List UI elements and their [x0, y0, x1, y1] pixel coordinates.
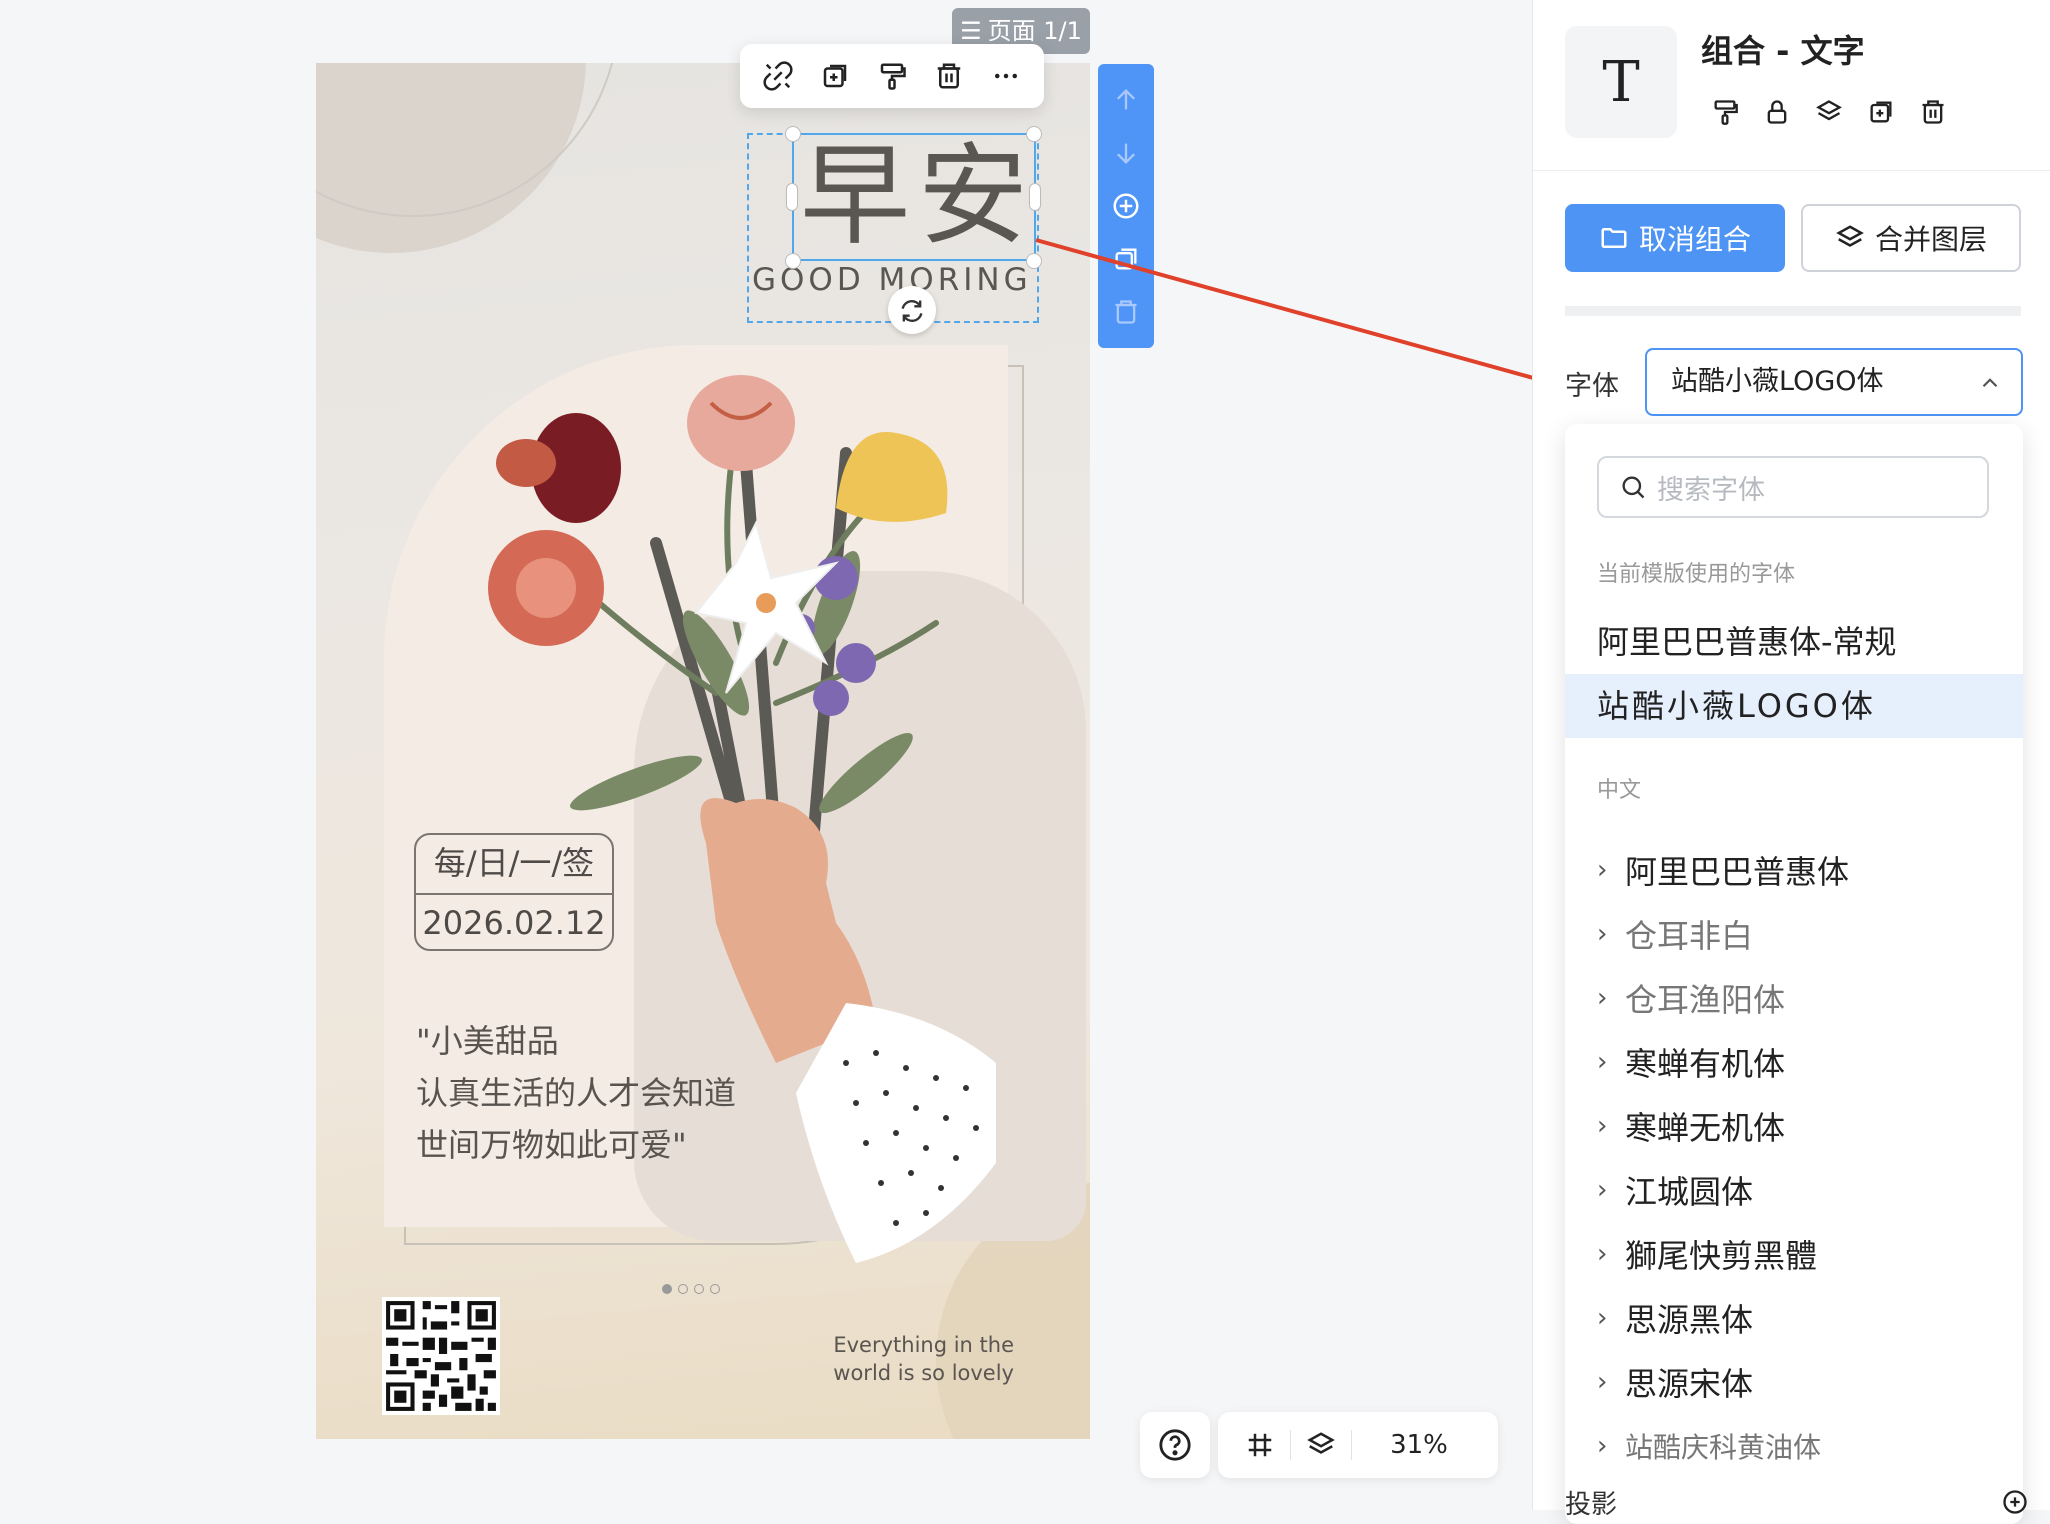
- merge-label: 合并图层: [1874, 223, 1987, 256]
- zoom-toolbar: 31%: [1218, 1412, 1498, 1478]
- page-side-tools: [1098, 64, 1154, 348]
- font-select[interactable]: 站酷小薇LOGO体: [1645, 348, 2023, 416]
- duplicate-icon[interactable]: [1865, 96, 1897, 128]
- delete-icon[interactable]: [1917, 96, 1949, 128]
- add-page-icon[interactable]: [1108, 188, 1144, 224]
- chevron-right-icon: ›: [1597, 1431, 1608, 1461]
- element-toolbar: [740, 44, 1044, 108]
- daily-date-box[interactable]: 每/日/一/签 2026.02.12: [414, 833, 614, 951]
- font-family-item[interactable]: › 獅尾快剪黑體: [1597, 1222, 1817, 1286]
- resize-handle-side[interactable]: [786, 183, 798, 211]
- resize-handle[interactable]: [1026, 126, 1042, 142]
- chevron-up-icon: [1977, 350, 2003, 414]
- properties-panel: T 组合 - 文字 取消组合 合并图层 字体 站酷小薇LOGO体 搜索字体 当前…: [1532, 0, 2050, 1524]
- font-family-item[interactable]: › 思源黑体: [1597, 1286, 1753, 1350]
- section-separator: [1565, 306, 2021, 316]
- chevron-right-icon: ›: [1597, 1175, 1608, 1205]
- move-down-icon[interactable]: [1108, 135, 1144, 171]
- resize-handle-side[interactable]: [1029, 183, 1041, 211]
- font-option[interactable]: 阿里巴巴普惠体-常规: [1565, 610, 2023, 674]
- delete-page-icon[interactable]: [1108, 294, 1144, 330]
- tagline-line: world is so lovely: [833, 1361, 1014, 1385]
- lock-icon[interactable]: [1761, 96, 1793, 128]
- rotate-button[interactable]: [888, 286, 936, 334]
- font-option-selected[interactable]: 站酷小薇LOGO体: [1565, 674, 2023, 738]
- layers-icon[interactable]: [1813, 96, 1845, 128]
- resize-handle[interactable]: [785, 253, 801, 269]
- qr-code[interactable]: [382, 1297, 500, 1415]
- shadow-label: 投影: [1565, 1490, 1618, 1520]
- font-family-item[interactable]: › 寒蝉无机体: [1597, 1094, 1785, 1158]
- template-fonts-heading: 当前模版使用的字体: [1597, 562, 1796, 587]
- font-select-value: 站酷小薇LOGO体: [1671, 366, 1884, 397]
- format-painter-icon[interactable]: [1709, 96, 1741, 128]
- format-painter-icon[interactable]: [872, 56, 912, 96]
- more-icon[interactable]: [986, 56, 1026, 96]
- font-family-item[interactable]: › 阿里巴巴普惠体: [1597, 838, 1849, 902]
- chevron-right-icon: ›: [1597, 1303, 1608, 1333]
- font-dropdown: 搜索字体 当前模版使用的字体 阿里巴巴普惠体-常规 站酷小薇LOGO体 中文 ›…: [1565, 424, 2023, 1524]
- resize-handle[interactable]: [1026, 253, 1042, 269]
- move-up-icon[interactable]: [1108, 82, 1144, 118]
- help-button[interactable]: [1140, 1412, 1210, 1478]
- decor-ring-top: [316, 63, 620, 217]
- text-selection-box[interactable]: [792, 133, 1036, 261]
- rotate-icon: [901, 299, 923, 322]
- page-indicator-label: 页面 1/1: [987, 17, 1082, 45]
- panel-title: 组合 - 文字: [1701, 32, 1865, 70]
- text-type-thumb: T: [1565, 26, 1677, 138]
- folder-icon: [1601, 228, 1627, 248]
- add-shadow-icon[interactable]: [2001, 1488, 2029, 1520]
- font-family-item[interactable]: › 寒蝉有机体: [1597, 1030, 1785, 1094]
- panel-divider: [1533, 170, 2050, 171]
- chevron-right-icon: ›: [1597, 1367, 1608, 1397]
- tagline-line: Everything in the: [833, 1333, 1014, 1357]
- quote-line: 世间万物如此可爱": [416, 1126, 687, 1164]
- list-icon: ☰: [960, 17, 982, 45]
- help-icon: [1159, 1429, 1191, 1461]
- pagination-dots: [662, 1279, 726, 1298]
- panel-actions: [1709, 96, 1949, 128]
- chevron-right-icon: ›: [1597, 1047, 1608, 1077]
- daily-label: 每/日/一/签: [416, 835, 612, 895]
- font-search-input[interactable]: 搜索字体: [1597, 456, 1989, 518]
- quote-text[interactable]: "小美甜品 认真生活的人才会知道 世间万物如此可爱": [416, 1015, 816, 1171]
- font-search-placeholder: 搜索字体: [1657, 474, 1765, 506]
- tagline-text[interactable]: Everything in the world is so lovely: [776, 1331, 1014, 1387]
- layers-icon[interactable]: [1291, 1420, 1351, 1470]
- chevron-right-icon: ›: [1597, 1239, 1608, 1269]
- font-family-item[interactable]: › 江城圆体: [1597, 1158, 1753, 1222]
- date-value: 2026.02.12: [422, 904, 606, 942]
- chevron-right-icon: ›: [1597, 855, 1608, 885]
- delete-icon[interactable]: [929, 56, 969, 96]
- font-family-item[interactable]: › 仓耳非白: [1597, 902, 1753, 966]
- quote-line: "小美甜品: [416, 1022, 559, 1060]
- font-family-item[interactable]: › 思源宋体: [1597, 1350, 1753, 1414]
- grid-icon[interactable]: [1230, 1420, 1290, 1470]
- copy-page-icon[interactable]: [1108, 241, 1144, 277]
- font-family-item[interactable]: › 站酷庆科黄油体: [1597, 1414, 1821, 1478]
- resize-handle[interactable]: [785, 126, 801, 142]
- unlink-icon[interactable]: [758, 56, 798, 96]
- quote-line: 认真生活的人才会知道: [416, 1074, 737, 1112]
- zoom-level[interactable]: 31%: [1352, 1430, 1486, 1460]
- duplicate-icon[interactable]: [815, 56, 855, 96]
- ungroup-button[interactable]: 取消组合: [1565, 204, 1785, 272]
- font-label: 字体: [1565, 371, 1619, 402]
- chevron-right-icon: ›: [1597, 983, 1608, 1013]
- merge-layers-button[interactable]: 合并图层: [1801, 204, 2021, 272]
- font-family-item[interactable]: › 仓耳渔阳体: [1597, 966, 1785, 1030]
- ungroup-label: 取消组合: [1638, 223, 1751, 256]
- chinese-fonts-heading: 中文: [1597, 778, 1642, 803]
- chevron-right-icon: ›: [1597, 1111, 1608, 1141]
- chevron-right-icon: ›: [1597, 919, 1608, 949]
- search-icon: [1622, 476, 1645, 499]
- layers-icon: [1836, 225, 1864, 247]
